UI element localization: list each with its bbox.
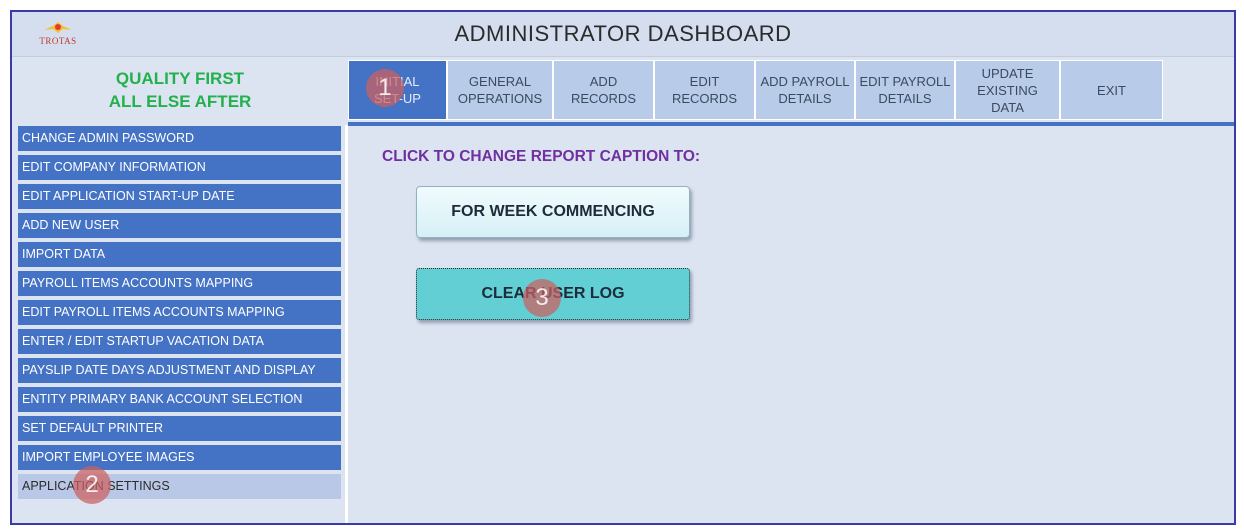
dashboard-window: TROTAS ADMINISTRATOR DASHBOARD QUALITY F… <box>10 10 1236 525</box>
tab-update-existing-data[interactable]: UPDATE EXISTING DATA <box>955 60 1060 120</box>
sidebar-item-import-employee-images[interactable]: IMPORT EMPLOYEE IMAGES <box>18 445 341 470</box>
title-bar: TROTAS ADMINISTRATOR DASHBOARD <box>12 12 1234 57</box>
sidebar-item-entity-primary-bank-account-selection[interactable]: ENTITY PRIMARY BANK ACCOUNT SELECTION <box>18 387 341 412</box>
sidebar-item-payroll-items-accounts-mapping[interactable]: PAYROLL ITEMS ACCOUNTS MAPPING <box>18 271 341 296</box>
sidebar-item-edit-application-start-up-date[interactable]: EDIT APPLICATION START-UP DATE <box>18 184 341 209</box>
motto-line-1: QUALITY FIRST <box>115 69 245 88</box>
sidebar-item-import-data[interactable]: IMPORT DATA <box>18 242 341 267</box>
tab-add-records[interactable]: ADD RECORDS <box>553 60 654 120</box>
motto-line-2: ALL ELSE AFTER <box>108 92 252 111</box>
sidebar-item-add-new-user[interactable]: ADD NEW USER <box>18 213 341 238</box>
sidebar: CHANGE ADMIN PASSWORD EDIT COMPANY INFOR… <box>12 125 348 523</box>
sidebar-item-edit-company-information[interactable]: EDIT COMPANY INFORMATION <box>18 155 341 180</box>
tab-add-payroll-details[interactable]: ADD PAYROLL DETAILS <box>755 60 855 120</box>
sidebar-item-edit-payroll-items-accounts-mapping[interactable]: EDIT PAYROLL ITEMS ACCOUNTS MAPPING <box>18 300 341 325</box>
tab-edit-records[interactable]: EDIT RECORDS <box>654 60 755 120</box>
sidebar-item-set-default-printer[interactable]: SET DEFAULT PRINTER <box>18 416 341 441</box>
tab-exit[interactable]: EXIT <box>1060 60 1163 120</box>
sidebar-item-application-settings[interactable]: APPLICATION SETTINGS <box>18 474 341 499</box>
tab-general-operations[interactable]: GENERAL OPERATIONS <box>447 60 553 120</box>
step-marker-2: 2 <box>73 466 111 504</box>
sidebar-item-enter-edit-startup-vacation-data[interactable]: ENTER / EDIT STARTUP VACATION DATA <box>18 329 341 354</box>
page-title: ADMINISTRATOR DASHBOARD <box>454 21 792 46</box>
tab-edit-payroll-details[interactable]: EDIT PAYROLL DETAILS <box>855 60 955 120</box>
tab-bar: INITIAL SET-UP GENERAL OPERATIONS ADD RE… <box>348 60 1228 122</box>
report-caption-heading: CLICK TO CHANGE REPORT CAPTION TO: <box>382 148 701 165</box>
sidebar-item-payslip-date-days-adjustment[interactable]: PAYSLIP DATE DAYS ADJUSTMENT AND DISPLAY <box>18 358 341 383</box>
sidebar-item-change-admin-password[interactable]: CHANGE ADMIN PASSWORD <box>18 126 341 151</box>
step-marker-3: 3 <box>523 279 561 317</box>
main-panel: CLICK TO CHANGE REPORT CAPTION TO: FOR W… <box>351 126 1234 523</box>
motto: QUALITY FIRST ALL ELSE AFTER <box>12 57 348 125</box>
for-week-commencing-button[interactable]: FOR WEEK COMMENCING <box>416 186 690 238</box>
step-marker-1: 1 <box>366 69 404 107</box>
